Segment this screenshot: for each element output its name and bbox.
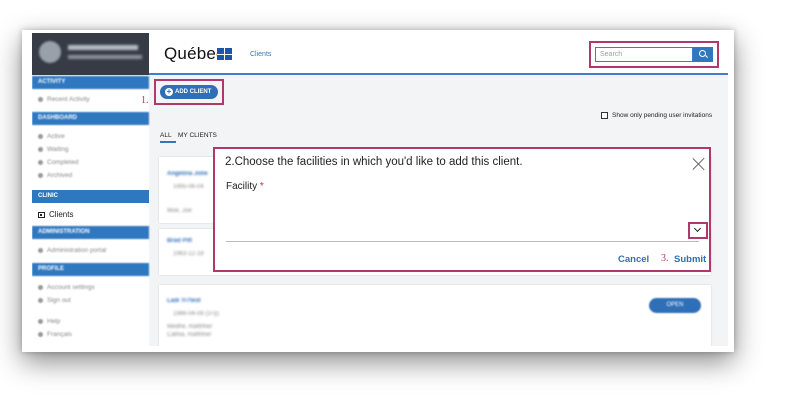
section-profile: PROFILE	[32, 263, 149, 276]
admin-icon	[38, 248, 43, 253]
step-3-annotation: 3.	[661, 253, 669, 264]
quebec-flag-icon	[217, 48, 232, 60]
waiting-icon	[38, 147, 43, 152]
client-birthdate: 1995-06-04	[173, 184, 204, 190]
facility-dropdown-toggle[interactable]	[688, 222, 708, 239]
gear-icon	[38, 285, 43, 290]
dialog-title: 2.Choose the facilities in which you'd l…	[225, 156, 523, 168]
user-email	[68, 55, 142, 59]
language-icon	[38, 332, 43, 337]
sidebar-item-label: Waiting	[47, 146, 69, 153]
tab-all[interactable]: ALL	[160, 132, 172, 139]
sidebar-item-account-settings[interactable]: Account settings	[38, 284, 95, 291]
client-card[interactable]: Ladi Tr7test 1986-04-08 (37y) Medhe, maf…	[159, 285, 711, 346]
sidebar-item-active[interactable]: Active	[38, 133, 65, 140]
sidebar-item-admin-portal[interactable]: Administration portal	[38, 247, 106, 254]
client-name[interactable]: Brad Pitt	[167, 238, 192, 244]
required-mark: *	[259, 181, 264, 192]
add-client-annotation-frame: + ADD CLIENT	[154, 79, 224, 105]
client-name[interactable]: Ladi Tr7test	[167, 298, 201, 304]
add-client-dialog: 2.Choose the facilities in which you'd l…	[213, 147, 711, 272]
sidebar-item-label: Recent Activity	[47, 96, 90, 103]
completed-icon	[38, 160, 43, 165]
section-dashboard: DASHBOARD	[32, 112, 149, 125]
sidebar-item-sign-out[interactable]: Sign out	[38, 297, 71, 304]
add-client-label: ADD CLIENT	[175, 89, 212, 95]
top-bar: Québec Clients Search	[149, 33, 728, 73]
client-birthdate: 1986-04-08 (37y)	[173, 311, 220, 317]
tab-my-clients[interactable]: MY CLIENTS	[178, 132, 217, 139]
sidebar-item-label: Administration portal	[47, 247, 107, 254]
plus-icon: +	[165, 87, 173, 96]
client-contact: Medhe, mafthher	[167, 324, 213, 330]
pending-checkbox[interactable]	[601, 112, 608, 119]
nav-clients-link[interactable]: Clients	[250, 51, 271, 58]
active-tab-indicator	[160, 141, 176, 143]
facility-label-text: Facility	[226, 181, 258, 192]
app-window: ACTIVITY Recent Activity DASHBOARD Activ…	[32, 33, 728, 346]
add-client-button[interactable]: + ADD CLIENT	[160, 85, 218, 99]
pending-invitations-filter[interactable]: Show only pending user invitations	[601, 112, 712, 119]
sidebar-item-label: Help	[47, 318, 61, 325]
sidebar-item-clients[interactable]: Clients	[38, 210, 73, 219]
cancel-button[interactable]: Cancel	[618, 254, 649, 265]
sign-out-icon	[38, 298, 43, 303]
sidebar-item-label: Sign out	[47, 297, 71, 304]
close-icon[interactable]	[692, 157, 706, 171]
clock-icon	[38, 97, 43, 102]
search-icon	[699, 50, 706, 57]
sidebar-item-recent-activity[interactable]: Recent Activity	[38, 96, 90, 103]
client-contact: Moe, Joe	[167, 208, 192, 214]
facility-select[interactable]	[226, 241, 699, 242]
sidebar-item-waiting[interactable]: Waiting	[38, 146, 68, 153]
archive-icon	[38, 173, 43, 178]
sidebar-item-label: Archived	[47, 172, 73, 179]
client-name[interactable]: Angelina Jolie	[167, 171, 208, 177]
sidebar-item-label: Français	[47, 331, 72, 338]
sidebar-item-label: Clients	[49, 210, 74, 219]
clients-icon	[38, 211, 45, 218]
pending-label: Show only pending user invitations	[612, 112, 713, 119]
section-activity: ACTIVITY	[32, 76, 149, 89]
client-contact: Cathia, mafthher	[167, 332, 212, 338]
user-name	[68, 45, 138, 50]
search-button[interactable]	[693, 47, 713, 62]
step-1-annotation: 1.	[141, 95, 149, 106]
sidebar-item-completed[interactable]: Completed	[38, 159, 78, 166]
quebec-logo[interactable]: Québec	[164, 44, 225, 64]
sidebar-item-archived[interactable]: Archived	[38, 172, 72, 179]
open-client-button[interactable]: OPEN	[649, 298, 701, 313]
sidebar-item-label: Account settings	[47, 284, 95, 291]
section-clinic: CLINIC	[32, 190, 149, 203]
sidebar: ACTIVITY Recent Activity DASHBOARD Activ…	[32, 33, 149, 346]
avatar[interactable]	[39, 41, 61, 63]
search-annotation-frame: Search	[589, 41, 719, 68]
user-box	[32, 33, 149, 75]
section-administration: ADMINISTRATION	[32, 226, 149, 239]
facility-label: Facility *	[226, 181, 264, 192]
active-icon	[38, 134, 43, 139]
help-icon	[38, 319, 43, 324]
client-birthdate: 1963-12-18	[173, 251, 204, 257]
sidebar-item-label: Completed	[47, 159, 79, 166]
chevron-down-icon	[693, 224, 702, 233]
sidebar-item-francais[interactable]: Français	[38, 331, 72, 338]
submit-button[interactable]: Submit	[674, 254, 706, 265]
search-input[interactable]: Search	[595, 47, 693, 62]
sidebar-item-help[interactable]: Help	[38, 318, 60, 325]
top-bar-underline	[149, 73, 728, 75]
sidebar-item-label: Active	[47, 133, 65, 140]
